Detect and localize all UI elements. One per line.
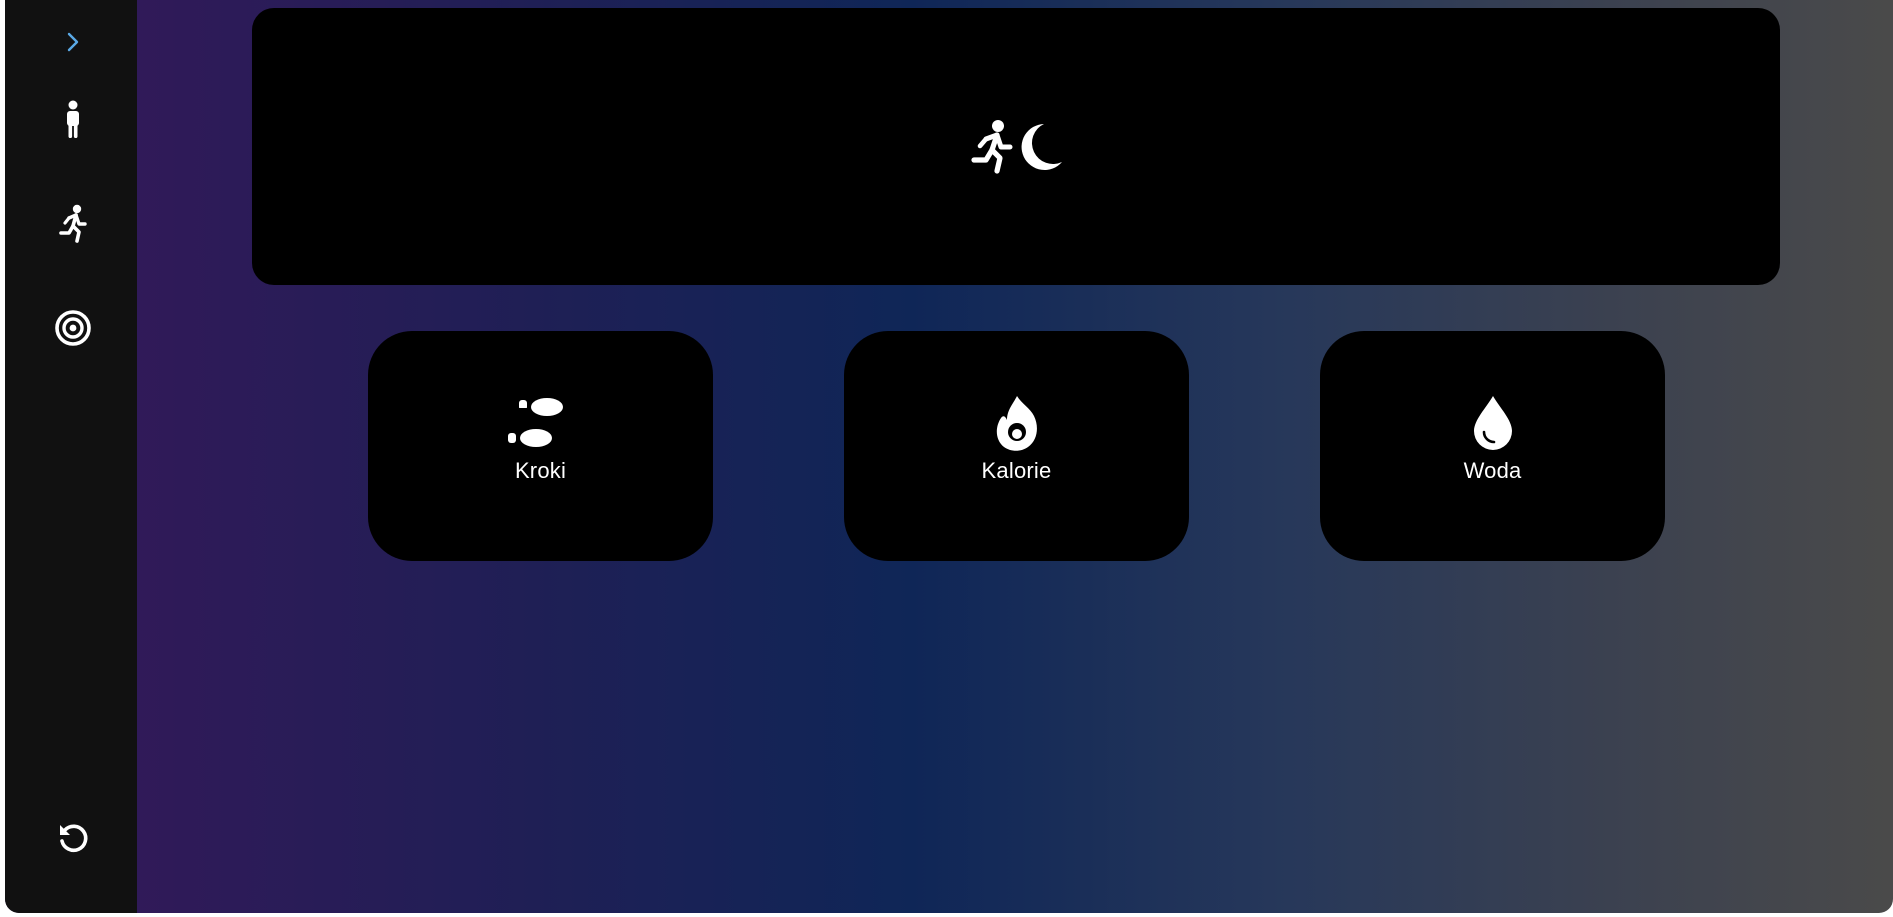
water-card[interactable]: Woda <box>1320 331 1665 561</box>
app-window: Kroki Kalorie Woda <box>5 0 1893 913</box>
person-standing-icon <box>67 100 79 138</box>
sidebar-item-body[interactable] <box>41 88 105 152</box>
sidebar-item-activity[interactable] <box>41 192 105 256</box>
crescent-moon-icon <box>1021 123 1062 170</box>
person-running-icon <box>59 204 87 243</box>
expand-sidebar-button[interactable] <box>41 10 105 74</box>
target-icon <box>55 310 91 346</box>
footprints-icon <box>507 398 563 447</box>
person-running-icon <box>971 119 1013 174</box>
water-label: Woda <box>1463 458 1522 483</box>
calories-card[interactable]: Kalorie <box>844 331 1189 561</box>
steps-card[interactable]: Kroki <box>368 331 713 561</box>
reset-button[interactable] <box>41 806 105 870</box>
water-drop-icon <box>1473 396 1512 450</box>
flame-icon <box>996 396 1037 451</box>
calories-label: Kalorie <box>981 458 1052 483</box>
sidebar <box>5 0 137 913</box>
reset-icon <box>60 824 88 853</box>
steps-label: Kroki <box>514 458 567 483</box>
activity-sleep-panel[interactable] <box>252 8 1780 285</box>
chevron-right-icon <box>67 32 79 52</box>
sidebar-item-goals[interactable] <box>41 296 105 360</box>
